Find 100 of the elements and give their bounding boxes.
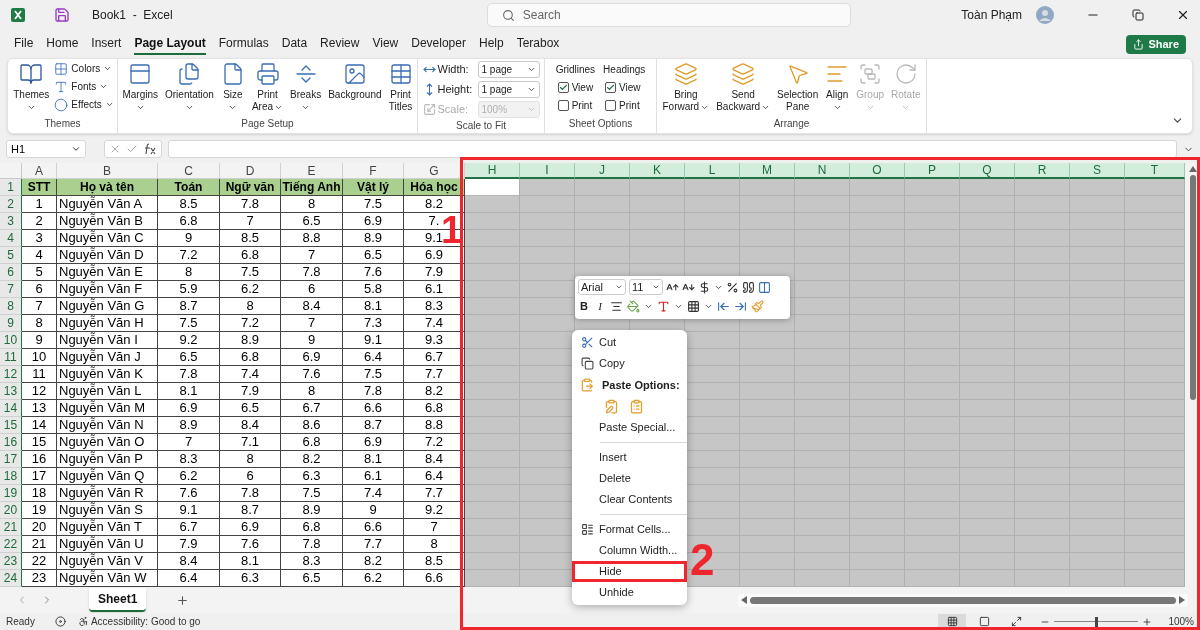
column-header[interactable]: C: [158, 163, 220, 179]
increase-decimal-icon[interactable]: [717, 299, 730, 313]
ribbon-button[interactable]: Bring Forward: [660, 59, 712, 113]
italic-button[interactable]: I: [594, 298, 606, 315]
ribbon-button[interactable]: Align: [823, 59, 852, 112]
row-header[interactable]: 4: [0, 230, 22, 247]
column-header[interactable]: A: [22, 163, 57, 179]
menu-item[interactable]: Insert: [572, 447, 687, 468]
menu-item[interactable]: Cut: [572, 332, 687, 353]
font-field[interactable]: Arial: [578, 279, 626, 295]
column-header[interactable]: M: [740, 163, 795, 179]
menu-item[interactable]: Column Width...: [572, 540, 687, 561]
checkbox[interactable]: [605, 100, 617, 111]
sheet-tab[interactable]: Sheet1: [89, 588, 147, 612]
ribbon-button[interactable]: Margins: [120, 59, 160, 112]
column-header[interactable]: S: [1070, 163, 1125, 179]
dollar-icon[interactable]: [698, 280, 711, 294]
font-color-icon[interactable]: [657, 299, 670, 313]
row-header[interactable]: 18: [0, 468, 22, 485]
checkbox[interactable]: [557, 100, 569, 111]
row-header[interactable]: 19: [0, 485, 22, 502]
font-size-field[interactable]: 11: [629, 279, 663, 295]
row-header[interactable]: 12: [0, 366, 22, 383]
align-center-icon[interactable]: [610, 299, 623, 313]
row-header[interactable]: 5: [0, 247, 22, 264]
row-header[interactable]: 1: [0, 179, 22, 196]
row-header[interactable]: 14: [0, 400, 22, 417]
row-header[interactable]: 11: [0, 349, 22, 366]
ribbon-button[interactable]: Send Backward: [714, 59, 773, 113]
menu-item[interactable]: Delete: [572, 468, 687, 489]
row-header[interactable]: 2: [0, 196, 22, 213]
scrollbar-thumb[interactable]: [750, 596, 1176, 604]
column-header[interactable]: O: [850, 163, 905, 179]
checkbox[interactable]: [605, 82, 617, 93]
merge-cells-icon[interactable]: [758, 280, 771, 294]
menu-item[interactable]: Format Cells...: [572, 519, 687, 540]
row-header[interactable]: 22: [0, 536, 22, 553]
column-header[interactable]: T: [1125, 163, 1185, 179]
menu-tab[interactable]: Developer: [411, 33, 466, 55]
scrollbar-thumb[interactable]: [1189, 175, 1196, 400]
accessibility-status[interactable]: Accessibility: Good to go: [90, 614, 201, 629]
zoom-in-icon[interactable]: [1142, 616, 1153, 627]
row-header[interactable]: 10: [0, 332, 22, 349]
scroll-left-icon[interactable]: [741, 596, 747, 604]
fill-color-icon[interactable]: [627, 299, 640, 313]
ribbon-button[interactable]: Themes: [11, 59, 52, 112]
ribbon-button[interactable]: Print Area: [249, 59, 286, 113]
row-header[interactable]: 23: [0, 553, 22, 570]
dropdown-field[interactable]: 1 page: [477, 61, 540, 78]
row-header[interactable]: 20: [0, 502, 22, 519]
ribbon-small-button[interactable]: Fonts: [54, 79, 114, 94]
comma-icon[interactable]: [742, 280, 755, 294]
add-sheet-icon[interactable]: [176, 593, 190, 607]
row-header[interactable]: 16: [0, 434, 22, 451]
column-header[interactable]: P: [905, 163, 960, 179]
column-header[interactable]: D: [220, 163, 281, 179]
row-header[interactable]: 6: [0, 264, 22, 281]
ribbon-button[interactable]: Breaks: [288, 59, 324, 112]
macro-record-icon[interactable]: [54, 616, 66, 627]
ribbon-button[interactable]: Size: [218, 59, 247, 112]
bold-button[interactable]: B: [578, 298, 590, 315]
menu-item[interactable]: Hide: [572, 561, 687, 582]
ribbon-button[interactable]: Selection Pane: [775, 59, 821, 113]
column-header[interactable]: G: [404, 163, 465, 179]
menu-item[interactable]: Unhide: [572, 582, 687, 603]
row-header[interactable]: 13: [0, 383, 22, 400]
restore-icon[interactable]: [1132, 9, 1144, 21]
function-icon[interactable]: [143, 143, 157, 155]
decrease-decimal-icon[interactable]: [734, 299, 747, 313]
column-header[interactable]: L: [685, 163, 740, 179]
menu-tab[interactable]: Help: [478, 33, 504, 55]
checkbox[interactable]: [557, 82, 569, 93]
column-header[interactable]: Q: [960, 163, 1015, 179]
column-header[interactable]: I: [520, 163, 575, 179]
row-header[interactable]: 8: [0, 298, 22, 315]
ribbon-small-button[interactable]: Effects: [54, 97, 114, 112]
column-header[interactable]: E: [281, 163, 343, 179]
menu-tab[interactable]: Terabox: [516, 33, 560, 55]
column-header[interactable]: F: [343, 163, 404, 179]
menu-tab[interactable]: View: [372, 33, 399, 55]
menu-item[interactable]: Copy: [572, 353, 687, 374]
row-header[interactable]: 3: [0, 213, 22, 230]
ribbon-small-button[interactable]: Colors: [54, 61, 114, 76]
scroll-up-icon[interactable]: [1188, 166, 1197, 172]
ribbon-button[interactable]: Background: [326, 59, 384, 101]
percent-icon[interactable]: [726, 280, 739, 294]
column-header[interactable]: K: [630, 163, 685, 179]
menu-tab[interactable]: Review: [320, 33, 360, 55]
column-header[interactable]: B: [57, 163, 158, 179]
row-header[interactable]: 21: [0, 519, 22, 536]
dropdown-field[interactable]: 1 page: [477, 81, 540, 98]
name-box[interactable]: H1: [6, 140, 86, 158]
row-header[interactable]: 24: [0, 570, 22, 587]
row-header[interactable]: 9: [0, 315, 22, 332]
column-header[interactable]: N: [795, 163, 850, 179]
share-button[interactable]: Share: [1126, 34, 1186, 54]
horizontal-scrollbar[interactable]: [738, 593, 1188, 607]
column-header[interactable]: R: [1015, 163, 1070, 179]
menu-tab[interactable]: Page Layout: [134, 33, 206, 55]
menu-item[interactable]: Paste Special...: [572, 417, 687, 438]
